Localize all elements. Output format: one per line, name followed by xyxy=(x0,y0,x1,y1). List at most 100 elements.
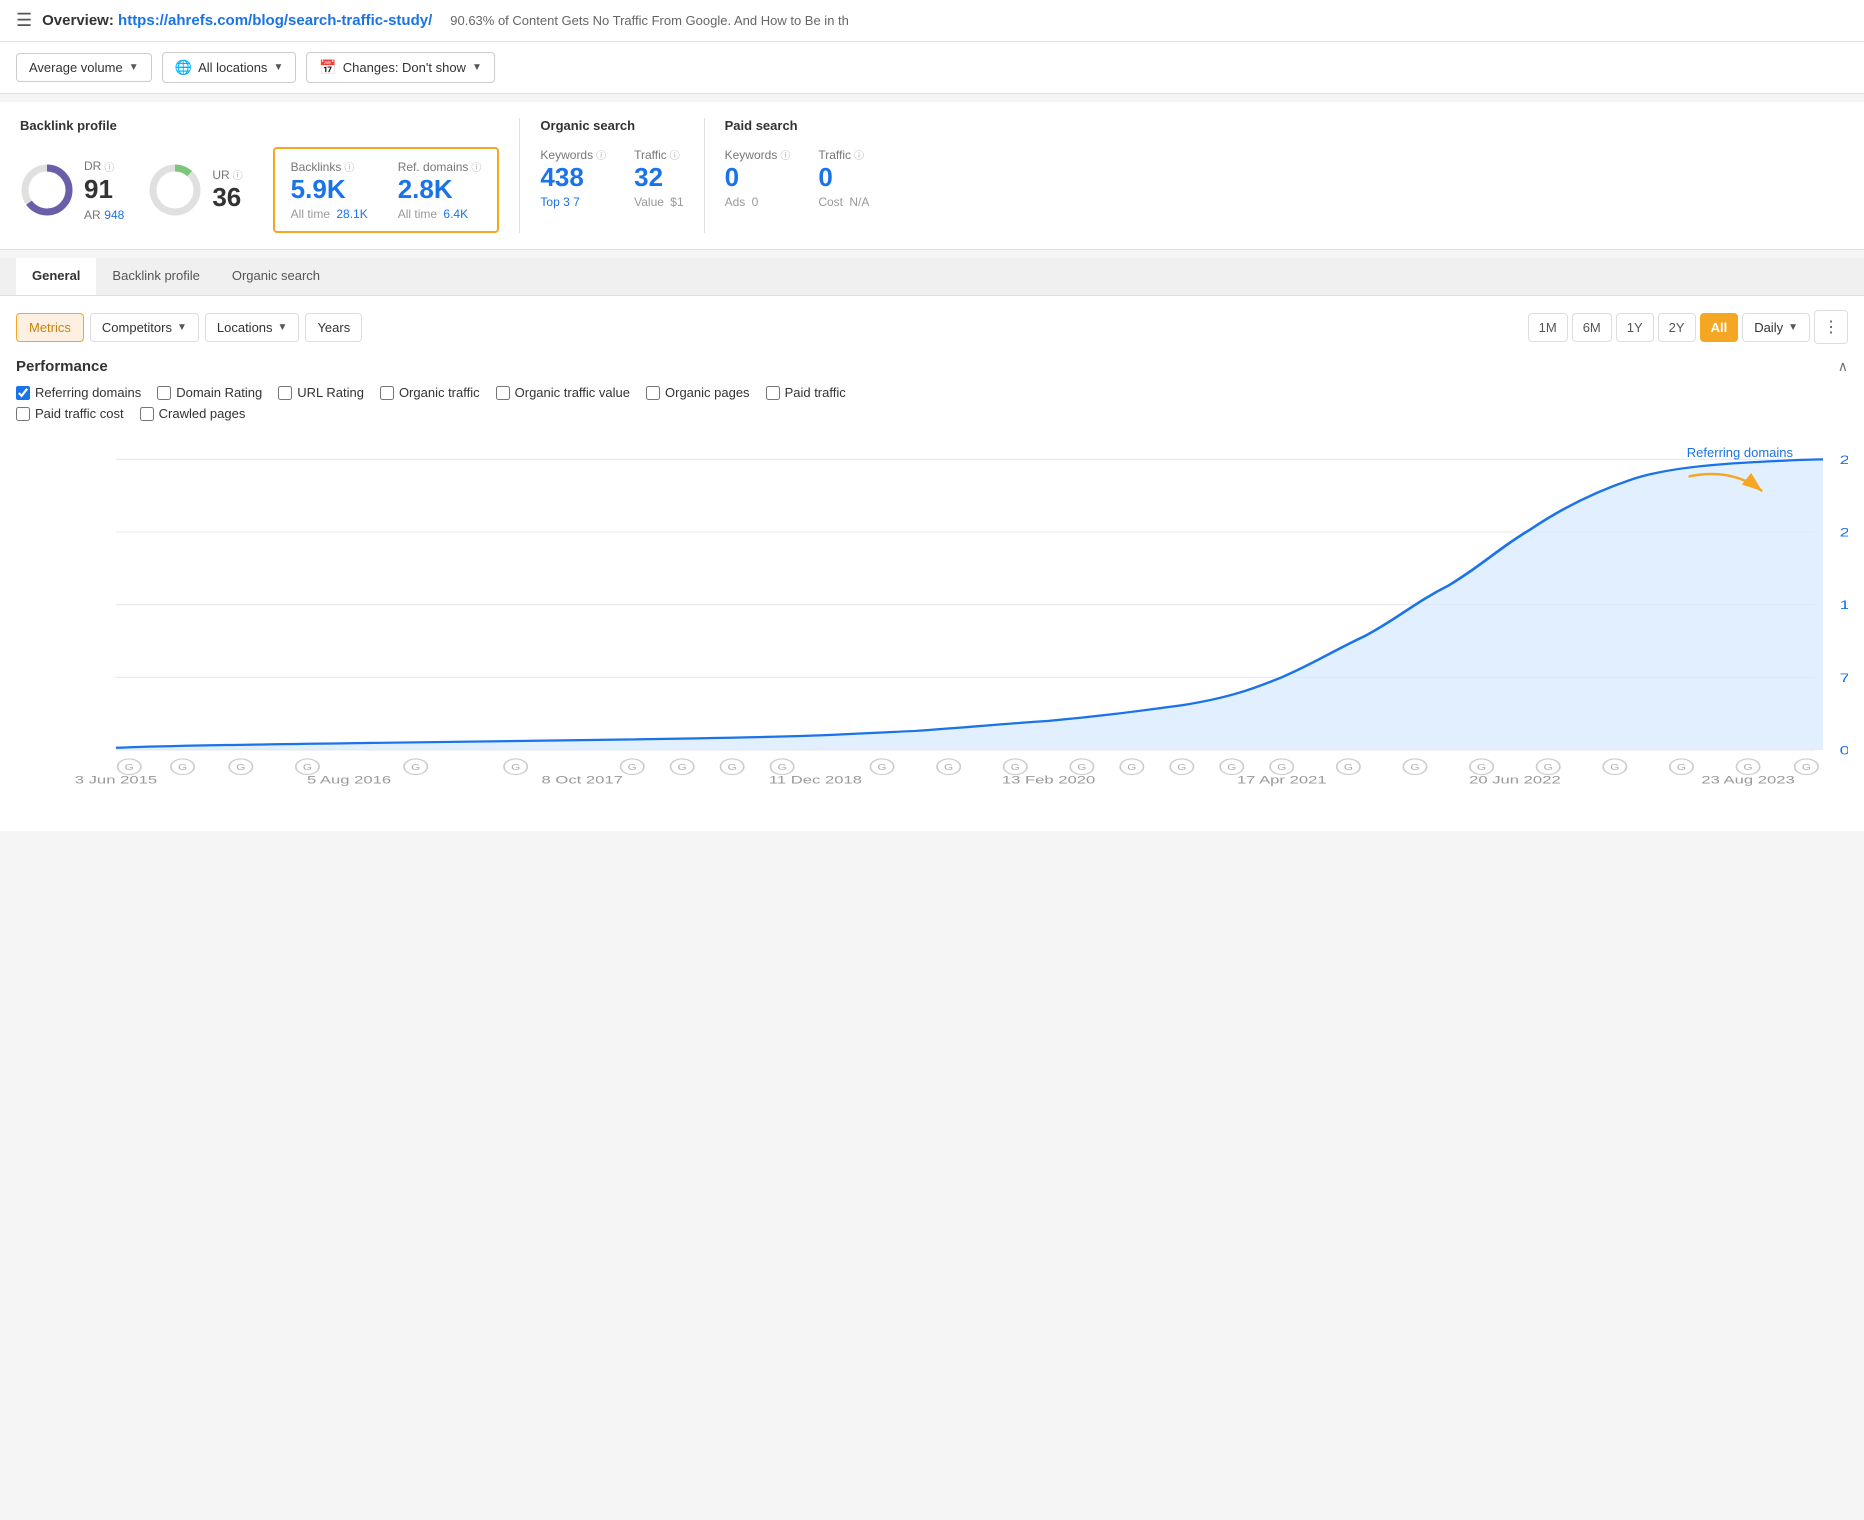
chevron-down-icon-2: ▼ xyxy=(273,62,283,73)
svg-text:G: G xyxy=(1610,764,1619,773)
ref-domains-alltime: All time 6.4K xyxy=(398,207,482,221)
svg-text:700: 700 xyxy=(1840,672,1848,685)
sub-toolbar: Metrics Competitors ▼ Locations ▼ Years … xyxy=(16,310,1848,344)
tab-organic-search[interactable]: Organic search xyxy=(216,258,336,295)
checkbox-referring-domains-label: Referring domains xyxy=(35,385,141,400)
checkbox-organic-traffic[interactable]: Organic traffic xyxy=(380,385,480,400)
svg-text:3 Jun 2015: 3 Jun 2015 xyxy=(75,774,157,787)
menu-icon[interactable]: ☰ xyxy=(16,10,32,31)
years-label: Years xyxy=(317,320,350,335)
divider-2 xyxy=(704,118,705,233)
daily-button[interactable]: Daily ▼ xyxy=(1742,313,1810,342)
paid-keywords-info-icon[interactable]: ⓘ xyxy=(780,147,790,162)
checkbox-paid-traffic-cost-input[interactable] xyxy=(16,407,30,421)
checkbox-url-rating[interactable]: URL Rating xyxy=(278,385,364,400)
ref-domains-info-icon[interactable]: ⓘ xyxy=(471,159,481,174)
backlinks-value: 5.9K xyxy=(291,174,368,205)
6m-button[interactable]: 6M xyxy=(1572,313,1612,342)
locations-button[interactable]: Locations ▼ xyxy=(205,313,300,342)
organic-search-title: Organic search xyxy=(540,118,683,133)
organic-value-label: Value xyxy=(634,195,664,209)
top3-label: Top 3 xyxy=(540,195,569,209)
header-subtitle: 90.63% of Content Gets No Traffic From G… xyxy=(450,13,849,28)
checkbox-crawled-pages[interactable]: Crawled pages xyxy=(140,406,246,421)
checkbox-organic-traffic-value-input[interactable] xyxy=(496,386,510,400)
svg-text:G: G xyxy=(1127,764,1136,773)
average-volume-dropdown[interactable]: Average volume ▼ xyxy=(16,53,152,82)
dr-donut-chart xyxy=(20,163,74,217)
tab-general[interactable]: General xyxy=(16,258,96,295)
backlinks-alltime-value: 28.1K xyxy=(336,207,367,221)
chart-section: Metrics Competitors ▼ Locations ▼ Years … xyxy=(0,296,1864,831)
tab-backlink-profile[interactable]: Backlink profile xyxy=(96,258,215,295)
ref-domains-alltime-value: 6.4K xyxy=(443,207,468,221)
annotation-label: Referring domains xyxy=(1687,445,1793,460)
ref-domains-alltime-label: All time xyxy=(398,207,437,221)
organic-search-stats: Keywords ⓘ 438 Top 3 7 Traffic ⓘ 32 xyxy=(540,147,683,209)
svg-text:G: G xyxy=(236,764,245,773)
checkbox-organic-traffic-value[interactable]: Organic traffic value xyxy=(496,385,630,400)
svg-text:G: G xyxy=(1344,764,1353,773)
checkbox-paid-traffic[interactable]: Paid traffic xyxy=(766,385,846,400)
competitors-button[interactable]: Competitors ▼ xyxy=(90,313,199,342)
metrics-button[interactable]: Metrics xyxy=(16,313,84,342)
1m-button[interactable]: 1M xyxy=(1528,313,1568,342)
organic-keywords-stat: Keywords ⓘ 438 Top 3 7 xyxy=(540,147,606,209)
ur-stat: UR ⓘ 36 xyxy=(148,163,242,217)
svg-text:2.1K: 2.1K xyxy=(1840,526,1848,539)
paid-traffic-info-icon[interactable]: ⓘ xyxy=(854,147,864,162)
dr-value-container: DR ⓘ 91 AR 948 xyxy=(84,159,124,222)
competitors-chevron-icon: ▼ xyxy=(177,322,187,333)
checkbox-crawled-pages-input[interactable] xyxy=(140,407,154,421)
checkbox-organic-pages[interactable]: Organic pages xyxy=(646,385,750,400)
backlinks-info-icon[interactable]: ⓘ xyxy=(344,159,354,174)
locations-label: Locations xyxy=(217,320,273,335)
all-button[interactable]: All xyxy=(1700,313,1739,342)
1y-button[interactable]: 1Y xyxy=(1616,313,1654,342)
more-options-button[interactable]: ⋮ xyxy=(1814,310,1848,344)
svg-text:G: G xyxy=(1177,764,1186,773)
svg-text:G: G xyxy=(1410,764,1419,773)
checkbox-referring-domains-input[interactable] xyxy=(16,386,30,400)
divider-1 xyxy=(519,118,520,233)
average-volume-label: Average volume xyxy=(29,60,123,75)
sub-toolbar-right: 1M 6M 1Y 2Y All Daily ▼ ⋮ xyxy=(1528,310,1848,344)
paid-ads-value: 0 xyxy=(752,195,759,209)
svg-text:11 Dec 2018: 11 Dec 2018 xyxy=(769,774,862,787)
organic-top3: Top 3 7 xyxy=(540,195,579,209)
all-locations-label: All locations xyxy=(198,60,267,75)
ref-domains-label: Ref. domains xyxy=(398,160,469,174)
sub-toolbar-left: Metrics Competitors ▼ Locations ▼ Years xyxy=(16,313,362,342)
header-url-link[interactable]: https://ahrefs.com/blog/search-traffic-s… xyxy=(118,12,432,29)
organic-traffic-info-icon[interactable]: ⓘ xyxy=(670,147,680,162)
checkbox-organic-pages-input[interactable] xyxy=(646,386,660,400)
2y-button[interactable]: 2Y xyxy=(1658,313,1696,342)
svg-text:G: G xyxy=(1744,764,1753,773)
svg-text:G: G xyxy=(1477,764,1486,773)
svg-text:5 Aug 2016: 5 Aug 2016 xyxy=(307,774,391,787)
header-title-text: Overview: xyxy=(42,12,114,29)
paid-search-stats: Keywords ⓘ 0 Ads 0 Traffic ⓘ 0 xyxy=(725,147,870,209)
paid-cost: Cost N/A xyxy=(818,195,869,209)
years-button[interactable]: Years xyxy=(305,313,362,342)
collapse-icon[interactable]: ∧ xyxy=(1838,358,1848,375)
checkbox-domain-rating-input[interactable] xyxy=(157,386,171,400)
organic-keywords-info-icon[interactable]: ⓘ xyxy=(596,147,606,162)
stats-section: Backlink profile DR ⓘ 91 xyxy=(0,102,1864,250)
paid-cost-value: N/A xyxy=(849,195,869,209)
checkbox-organic-traffic-input[interactable] xyxy=(380,386,394,400)
checkbox-referring-domains[interactable]: Referring domains xyxy=(16,385,141,400)
ur-info-icon[interactable]: ⓘ xyxy=(233,167,243,182)
svg-text:13 Feb 2020: 13 Feb 2020 xyxy=(1002,774,1096,787)
svg-text:G: G xyxy=(1227,764,1236,773)
all-locations-dropdown[interactable]: 🌐 All locations ▼ xyxy=(162,52,297,83)
checkbox-paid-traffic-cost[interactable]: Paid traffic cost xyxy=(16,406,124,421)
highlighted-backlinks-box: Backlinks ⓘ 5.9K All time 28.1K Ref. dom… xyxy=(273,147,500,233)
checkbox-domain-rating[interactable]: Domain Rating xyxy=(157,385,262,400)
dr-value: 91 xyxy=(84,174,113,205)
changes-dropdown[interactable]: 📅 Changes: Don't show ▼ xyxy=(306,52,495,83)
dr-info-icon[interactable]: ⓘ xyxy=(104,159,114,174)
checkbox-url-rating-input[interactable] xyxy=(278,386,292,400)
checkbox-paid-traffic-input[interactable] xyxy=(766,386,780,400)
paid-search-title: Paid search xyxy=(725,118,870,133)
